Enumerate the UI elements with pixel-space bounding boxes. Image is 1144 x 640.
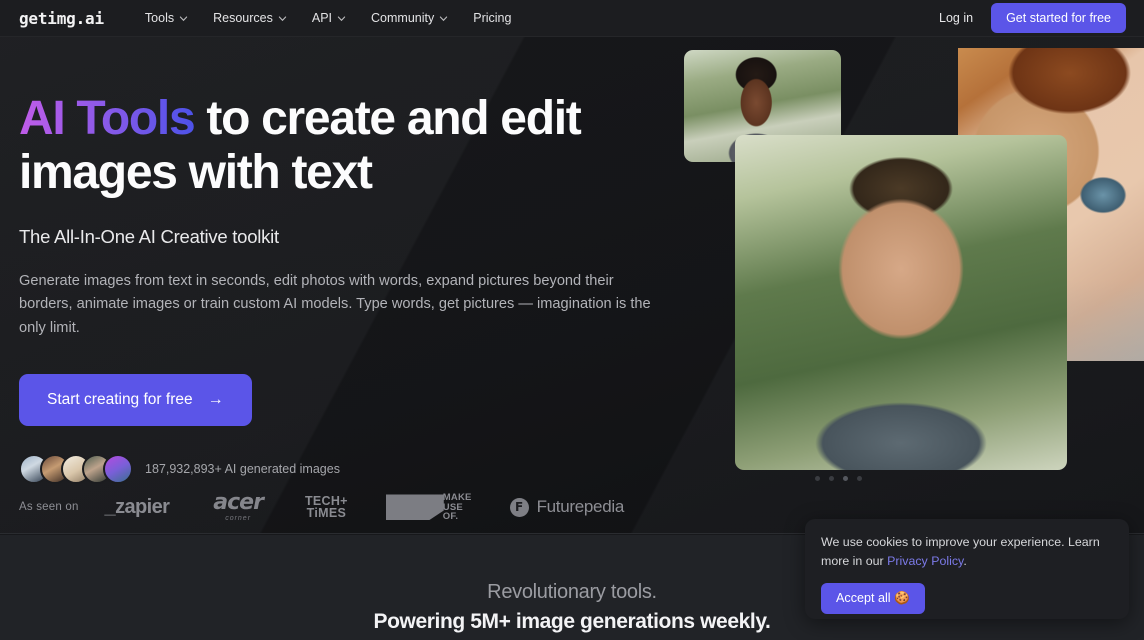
carousel-dot-4[interactable] bbox=[857, 476, 862, 481]
portrait-main-man-photo bbox=[735, 135, 1067, 470]
arrow-right-icon: → bbox=[207, 391, 224, 409]
get-started-button[interactable]: Get started for free bbox=[991, 3, 1126, 33]
carousel-dot-1[interactable] bbox=[815, 476, 820, 481]
makeuseof-logo: MAKE USE OF. bbox=[385, 493, 472, 522]
futurepedia-name: Futurepedia bbox=[536, 497, 625, 517]
nav-item-pricing-label: Pricing bbox=[473, 11, 512, 25]
logo-main-text: getimg bbox=[19, 8, 76, 28]
chevron-down-icon bbox=[278, 15, 287, 21]
acer-logo-text: acer bbox=[213, 490, 264, 515]
nav-item-tools-label: Tools bbox=[144, 11, 175, 25]
chevron-down-icon bbox=[440, 15, 448, 21]
nav-item-resources[interactable]: Resources bbox=[202, 5, 298, 31]
logo-suffix-text: ai bbox=[85, 8, 104, 28]
start-creating-label: Start creating for free bbox=[47, 391, 193, 409]
carousel-dots[interactable] bbox=[815, 476, 862, 481]
page-title: AI Tools to create and edit images with … bbox=[19, 92, 619, 200]
hero-image-collage bbox=[670, 37, 1144, 497]
nav-item-community-label: Community bbox=[371, 11, 435, 25]
chevron-down-icon bbox=[337, 15, 346, 21]
avatar bbox=[103, 454, 133, 485]
social-proof: 187,932,893+ AI generated images bbox=[19, 454, 679, 485]
makeuseof-line3: OF. bbox=[442, 511, 459, 523]
site-logo[interactable]: getimg.ai bbox=[19, 9, 104, 28]
logo-dot: . bbox=[75, 8, 86, 28]
privacy-policy-link[interactable]: Privacy Policy bbox=[887, 554, 963, 568]
landing-page: AI Tools to create and edit images with … bbox=[0, 0, 1144, 640]
nav-item-community[interactable]: Community bbox=[360, 5, 459, 31]
makeuseof-words: MAKE USE OF. bbox=[443, 493, 472, 522]
hero-paragraph: Generate images from text in seconds, ed… bbox=[19, 272, 651, 336]
cookie-consent-banner: We use cookies to improve your experienc… bbox=[805, 519, 1129, 619]
carousel-dot-2[interactable] bbox=[829, 476, 834, 481]
acer-corner-sub: corner bbox=[225, 514, 252, 522]
zapier-logo: _zapier bbox=[104, 495, 170, 518]
nav-links: Tools Resources API Community Pricing bbox=[134, 5, 523, 31]
cookie-text-after: . bbox=[963, 553, 967, 568]
hero-subheadline: The All-In-One AI Creative toolkit bbox=[19, 225, 279, 247]
tech-times-logo: TECH+ TiMES bbox=[305, 494, 348, 521]
avatar-group bbox=[19, 454, 133, 485]
hero-section: AI Tools to create and edit images with … bbox=[0, 0, 1144, 534]
carousel-dot-3[interactable] bbox=[843, 476, 848, 481]
top-navigation-bar: getimg.ai Tools Resources API Community … bbox=[0, 0, 1144, 37]
acer-corner-logo: acer corner bbox=[213, 490, 264, 522]
nav-item-resources-label: Resources bbox=[213, 11, 273, 25]
futurepedia-logo: F Futurepedia bbox=[509, 497, 625, 517]
nav-item-pricing[interactable]: Pricing bbox=[462, 5, 522, 31]
nav-item-api-label: API bbox=[311, 11, 333, 25]
nav-item-tools[interactable]: Tools bbox=[134, 5, 199, 31]
makeuseof-slab-icon bbox=[385, 494, 444, 521]
nav-right-actions: Log in Get started for free bbox=[930, 3, 1126, 33]
hero-content: AI Tools to create and edit images with … bbox=[19, 92, 679, 485]
start-creating-button[interactable]: Start creating for free → bbox=[19, 374, 252, 427]
futurepedia-f-icon: F bbox=[509, 497, 529, 517]
as-seen-on-label: As seen on bbox=[19, 501, 79, 514]
login-link[interactable]: Log in bbox=[930, 5, 982, 31]
tech-times-line2: TiMES bbox=[306, 506, 347, 521]
headline-gradient-text: AI Tools bbox=[19, 92, 196, 145]
nav-item-api[interactable]: API bbox=[301, 5, 357, 31]
generated-images-count: 187,932,893+ AI generated images bbox=[145, 462, 340, 477]
as-seen-on-strip: As seen on _zapier acer corner TECH+ TiM… bbox=[19, 490, 625, 522]
accept-all-cookies-button[interactable]: Accept all 🍪 bbox=[821, 583, 925, 615]
cookie-message: We use cookies to improve your experienc… bbox=[821, 533, 1113, 570]
chevron-down-icon bbox=[179, 15, 188, 21]
